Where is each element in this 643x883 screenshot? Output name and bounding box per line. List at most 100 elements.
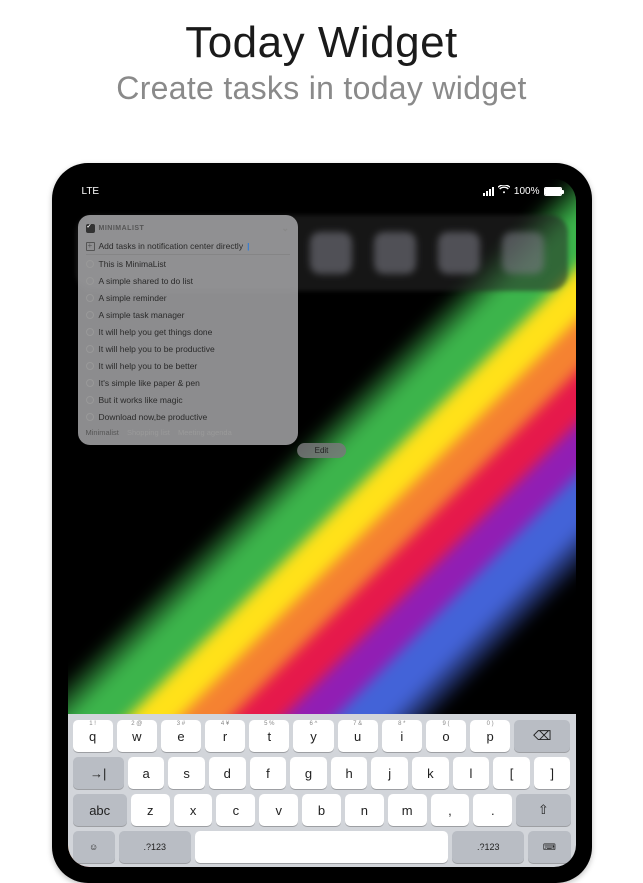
- task-label: It will help you get things done: [99, 327, 213, 337]
- key-o[interactable]: 9 (o: [426, 720, 466, 752]
- checkbox-icon[interactable]: [86, 362, 94, 370]
- task-row[interactable]: A simple reminder: [86, 289, 290, 306]
- key-l[interactable]: l: [453, 757, 490, 789]
- task-label: It will help you to be better: [99, 361, 198, 371]
- delete-key[interactable]: ⌫: [514, 720, 570, 752]
- key-bracket-close[interactable]: ]: [534, 757, 571, 789]
- task-label: It's simple like paper & pen: [99, 378, 200, 388]
- numeric-key[interactable]: .?123: [119, 831, 191, 863]
- task-label: It will help you to be productive: [99, 344, 215, 354]
- keyboard-row: abczxcvbnm,.⇧: [73, 794, 571, 826]
- tag-secondary[interactable]: Shopping list: [127, 428, 170, 437]
- task-label: But it works like magic: [99, 395, 183, 405]
- key-q[interactable]: 1 !q: [73, 720, 113, 752]
- keyboard-row: ☺.?123.?123⌨: [73, 831, 571, 863]
- text-cursor: |: [247, 241, 249, 251]
- space-key[interactable]: [195, 831, 449, 863]
- widget-app-name: MINIMALIST: [99, 225, 145, 232]
- checkbox-icon[interactable]: [86, 294, 94, 302]
- dock-app-icon: [438, 232, 480, 274]
- key-bracket-open[interactable]: [: [493, 757, 530, 789]
- task-row[interactable]: This is MinimaList: [86, 255, 290, 272]
- checkbox-icon[interactable]: [86, 345, 94, 353]
- checkbox-icon[interactable]: [86, 260, 94, 268]
- checkbox-icon[interactable]: [86, 396, 94, 404]
- key-c[interactable]: c: [216, 794, 255, 826]
- today-widget: MINIMALIST ⌄ Add tasks in notification c…: [78, 215, 298, 445]
- key-i[interactable]: 8 *i: [382, 720, 422, 752]
- checkbox-icon[interactable]: [86, 413, 94, 421]
- keyboard-row: 1 !q2 @w3 #e4 ¥r5 %t6 ^y7 &u8 *i9 (o0 )p…: [73, 720, 571, 752]
- add-task-text: Add tasks in notification center directl…: [99, 241, 244, 251]
- tab-key[interactable]: →|: [73, 757, 124, 789]
- tag-primary[interactable]: Minimalist: [86, 428, 119, 437]
- carrier-label: LTE: [82, 186, 100, 197]
- checkbox-icon[interactable]: [86, 311, 94, 319]
- dock-app-icon: [502, 232, 544, 274]
- key-w[interactable]: 2 @w: [117, 720, 157, 752]
- dismiss-keyboard-key[interactable]: ⌨: [528, 831, 570, 863]
- dock-app-icon: [310, 232, 352, 274]
- key-n[interactable]: n: [345, 794, 384, 826]
- key-a[interactable]: a: [128, 757, 165, 789]
- task-row[interactable]: But it works like magic: [86, 391, 290, 408]
- tag-secondary[interactable]: Meeting agenda: [178, 428, 232, 437]
- key-k[interactable]: k: [412, 757, 449, 789]
- task-label: This is MinimaList: [99, 259, 167, 269]
- key-b[interactable]: b: [302, 794, 341, 826]
- chevron-down-icon[interactable]: ⌄: [281, 223, 289, 234]
- key-r[interactable]: 4 ¥r: [205, 720, 245, 752]
- key-x[interactable]: x: [174, 794, 213, 826]
- numeric-key[interactable]: .?123: [452, 831, 524, 863]
- key-comma[interactable]: ,: [431, 794, 470, 826]
- signal-icon: [483, 187, 494, 196]
- task-label: A simple task manager: [99, 310, 185, 320]
- app-logo-icon: [86, 224, 95, 233]
- key-y[interactable]: 6 ^y: [293, 720, 333, 752]
- task-label: A simple reminder: [99, 293, 167, 303]
- task-row[interactable]: It will help you to be productive: [86, 340, 290, 357]
- task-list: This is MinimaList A simple shared to do …: [86, 255, 290, 425]
- task-row[interactable]: A simple task manager: [86, 306, 290, 323]
- key-t[interactable]: 5 %t: [249, 720, 289, 752]
- key-u[interactable]: 7 &u: [338, 720, 378, 752]
- task-row[interactable]: A simple shared to do list: [86, 272, 290, 289]
- key-period[interactable]: .: [473, 794, 512, 826]
- battery-icon: [544, 187, 562, 196]
- emoji-key[interactable]: ☺: [73, 831, 115, 863]
- key-j[interactable]: j: [371, 757, 408, 789]
- checkbox-icon[interactable]: [86, 379, 94, 387]
- battery-pct: 100%: [514, 186, 540, 197]
- checkbox-icon[interactable]: [86, 277, 94, 285]
- key-z[interactable]: z: [131, 794, 170, 826]
- key-d[interactable]: d: [209, 757, 246, 789]
- keyboard: 1 !q2 @w3 #e4 ¥r5 %t6 ^y7 &u8 *i9 (o0 )p…: [68, 714, 576, 867]
- key-h[interactable]: h: [331, 757, 368, 789]
- task-row[interactable]: Download now,be productive: [86, 408, 290, 425]
- key-f[interactable]: f: [250, 757, 287, 789]
- abc-key[interactable]: abc: [73, 794, 127, 826]
- wifi-icon: [498, 185, 510, 197]
- shift-key[interactable]: ⇧: [516, 794, 570, 826]
- key-m[interactable]: m: [388, 794, 427, 826]
- key-s[interactable]: s: [168, 757, 205, 789]
- status-right: 100%: [483, 185, 562, 197]
- task-row[interactable]: It's simple like paper & pen: [86, 374, 290, 391]
- ipad-screen: LTE 100% MINIMALIST ⌄: [68, 179, 576, 867]
- page-subtitle: Create tasks in today widget: [0, 70, 643, 107]
- edit-button[interactable]: Edit: [297, 443, 347, 458]
- status-bar: LTE 100%: [68, 181, 576, 201]
- task-label: Download now,be productive: [99, 412, 208, 422]
- dock-app-icon: [374, 232, 416, 274]
- add-task-row[interactable]: Add tasks in notification center directl…: [86, 238, 290, 255]
- key-p[interactable]: 0 )p: [470, 720, 510, 752]
- key-e[interactable]: 3 #e: [161, 720, 201, 752]
- widget-header[interactable]: MINIMALIST ⌄: [86, 221, 290, 238]
- page-title: Today Widget: [0, 18, 643, 68]
- checkbox-icon[interactable]: [86, 328, 94, 336]
- key-g[interactable]: g: [290, 757, 327, 789]
- key-v[interactable]: v: [259, 794, 298, 826]
- keyboard-row: →|asdfghjkl[]: [73, 757, 571, 789]
- task-row[interactable]: It will help you to be better: [86, 357, 290, 374]
- task-row[interactable]: It will help you get things done: [86, 323, 290, 340]
